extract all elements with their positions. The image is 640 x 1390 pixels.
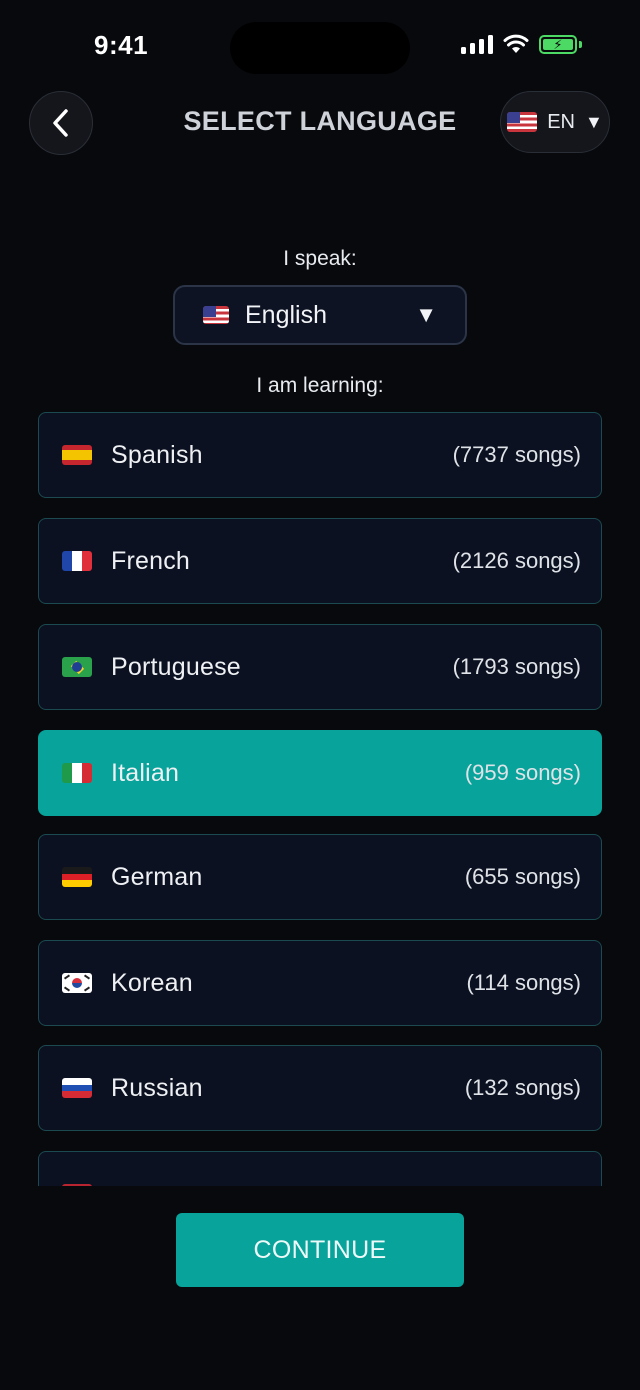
language-item-italian[interactable]: Italian (959 songs) <box>38 730 602 816</box>
battery-charging-icon: ⚡ <box>539 34 577 54</box>
interface-language-code: EN <box>547 110 575 133</box>
language-name: Russian <box>111 1073 203 1102</box>
song-count: (114 songs) <box>466 970 581 995</box>
spain-flag-icon <box>62 445 92 465</box>
brazil-flag-icon <box>62 657 92 677</box>
wifi-icon <box>503 34 529 54</box>
language-name: German <box>111 862 203 891</box>
cellular-signal-icon <box>461 34 493 54</box>
language-item-german[interactable]: German (655 songs) <box>38 834 602 920</box>
learning-language-list[interactable]: Spanish (7737 songs) French (2126 songs)… <box>38 412 602 1186</box>
russia-flag-icon <box>62 1078 92 1098</box>
us-flag-icon <box>507 112 538 132</box>
italy-flag-icon <box>62 763 92 783</box>
native-language-select[interactable]: English ▼ <box>173 285 467 345</box>
language-item-portuguese[interactable]: Portuguese (1793 songs) <box>38 624 602 710</box>
dynamic-island <box>230 22 410 74</box>
status-icons: ⚡ <box>461 34 582 54</box>
language-item-korean[interactable]: Korean (114 songs) <box>38 940 602 1026</box>
caret-down-icon: ▼ <box>584 112 603 132</box>
song-count: (655 songs) <box>464 864 581 889</box>
song-count: (1793 songs) <box>452 654 581 679</box>
caret-down-icon: ▼ <box>415 302 437 327</box>
us-flag-icon <box>203 306 229 324</box>
native-language-value: English <box>245 300 327 329</box>
song-count: (2126 songs) <box>452 548 581 573</box>
speak-label: I speak: <box>283 247 357 270</box>
continue-button[interactable]: CONTINUE <box>176 1213 464 1287</box>
learning-label: I am learning: <box>256 374 384 397</box>
song-count: (132 songs) <box>464 1075 581 1100</box>
language-item-french[interactable]: French (2126 songs) <box>38 518 602 604</box>
battery-tip <box>579 40 582 48</box>
germany-flag-icon <box>62 867 92 887</box>
language-name: Spanish <box>111 440 203 469</box>
netherlands-flag-icon <box>62 1184 92 1186</box>
language-name: Portuguese <box>111 652 241 681</box>
language-item-partial[interactable] <box>38 1151 602 1186</box>
language-name: French <box>111 546 191 575</box>
song-count: (959 songs) <box>464 760 581 785</box>
language-name: Korean <box>111 968 193 997</box>
status-time: 9:41 <box>94 30 149 60</box>
language-name: Italian <box>111 758 180 787</box>
france-flag-icon <box>62 551 92 571</box>
language-item-spanish[interactable]: Spanish (7737 songs) <box>38 412 602 498</box>
status-bar: 9:41 ⚡ <box>0 0 640 90</box>
song-count: (7737 songs) <box>452 442 581 467</box>
interface-language-button[interactable]: EN ▼ <box>500 91 610 153</box>
language-item-russian[interactable]: Russian (132 songs) <box>38 1045 602 1131</box>
south-korea-flag-icon <box>62 973 92 993</box>
